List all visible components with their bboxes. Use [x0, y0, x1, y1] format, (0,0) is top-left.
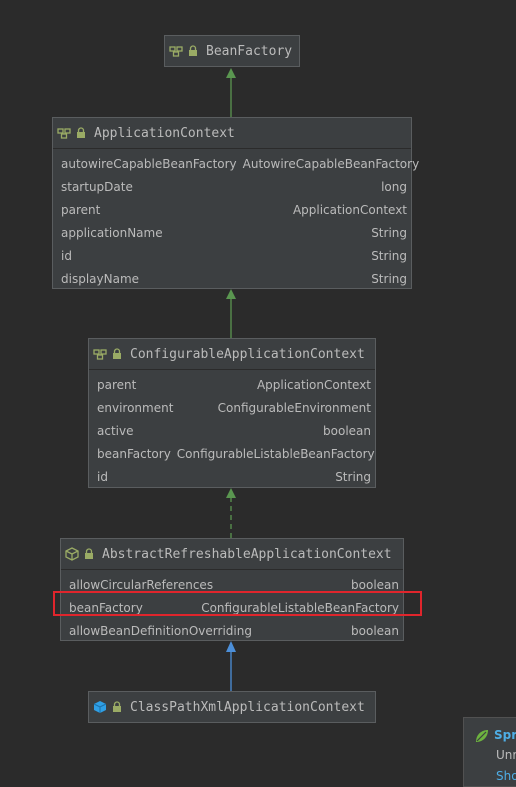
edge-arrowhead: [226, 68, 236, 78]
field-row[interactable]: allowCircularReferences boolean: [61, 573, 403, 596]
node-abstractrefreshableapplicationcontext[interactable]: AbstractRefreshableApplicationContext al…: [60, 538, 404, 641]
field-type: ConfigurableListableBeanFactory: [201, 600, 399, 615]
field-row[interactable]: beanFactory ConfigurableListableBeanFacto…: [89, 442, 375, 465]
node-title: ClassPathXmlApplicationContext: [130, 699, 365, 715]
field-row[interactable]: applicationName String: [53, 221, 411, 244]
field-row[interactable]: environment ConfigurableEnvironment: [89, 396, 375, 419]
field-list: autowireCapableBeanFactory AutowireCapabl…: [53, 149, 419, 293]
node-header: ClassPathXmlApplicationContext: [89, 692, 375, 722]
field-type: ConfigurableListableBeanFactory: [176, 446, 375, 461]
interface-icon: [169, 44, 183, 58]
node-title: ApplicationContext: [94, 125, 235, 141]
node-classpathxmlapplicationcontext[interactable]: ClassPathXmlApplicationContext: [88, 691, 376, 723]
field-type: long: [381, 179, 407, 194]
notification-body: Unr: [496, 748, 516, 762]
abstract-class-icon: [65, 547, 79, 561]
field-type: ApplicationContext: [256, 377, 371, 392]
node-title: BeanFactory: [206, 43, 293, 59]
field-type: String: [371, 271, 407, 286]
field-row[interactable]: parent ApplicationContext: [53, 198, 411, 221]
field-type: AutowireCapableBeanFactory: [242, 156, 420, 171]
notification-title: Spr: [494, 728, 516, 742]
field-type: ConfigurableEnvironment: [217, 400, 371, 415]
field-type: boolean: [323, 423, 371, 438]
field-name: beanFactory: [97, 446, 171, 461]
node-header: BeanFactory: [165, 36, 299, 66]
lock-icon: [74, 126, 88, 140]
node-configurableapplicationcontext[interactable]: ConfigurableApplicationContext parent App…: [88, 338, 376, 488]
field-type: boolean: [351, 623, 399, 638]
field-name: id: [61, 248, 72, 263]
class-icon: [93, 700, 107, 714]
field-name: allowCircularReferences: [69, 577, 214, 592]
lock-icon: [82, 547, 96, 561]
field-row[interactable]: id String: [53, 244, 411, 267]
field-name: autowireCapableBeanFactory: [61, 156, 237, 171]
field-name: environment: [97, 400, 174, 415]
lock-icon: [186, 44, 200, 58]
field-name: allowBeanDefinitionOverriding: [69, 623, 252, 638]
node-title: ConfigurableApplicationContext: [130, 346, 365, 362]
field-type: boolean: [351, 577, 399, 592]
field-name: displayName: [61, 271, 140, 286]
node-header: ApplicationContext: [53, 118, 411, 149]
notification-popup[interactable]: Spr Unr Sho: [463, 717, 516, 787]
field-type: String: [371, 248, 407, 263]
field-list: allowCircularReferences boolean beanFacto…: [61, 570, 403, 645]
lock-icon: [110, 347, 124, 361]
field-type: ApplicationContext: [292, 202, 407, 217]
field-name: parent: [97, 377, 137, 392]
field-row[interactable]: parent ApplicationContext: [89, 373, 375, 396]
interface-icon: [93, 347, 107, 361]
field-name: active: [97, 423, 134, 438]
field-name: beanFactory: [69, 600, 143, 615]
field-name: parent: [61, 202, 101, 217]
node-header: AbstractRefreshableApplicationContext: [61, 539, 403, 570]
lock-icon: [110, 700, 124, 714]
field-name: id: [97, 469, 108, 484]
node-beanfactory[interactable]: BeanFactory: [164, 35, 300, 67]
field-row[interactable]: displayName String: [53, 267, 411, 290]
field-row[interactable]: active boolean: [89, 419, 375, 442]
field-row[interactable]: autowireCapableBeanFactory AutowireCapabl…: [53, 152, 419, 175]
field-row[interactable]: allowBeanDefinitionOverriding boolean: [61, 619, 403, 642]
node-applicationcontext[interactable]: ApplicationContext autowireCapableBeanFa…: [52, 117, 419, 289]
field-type: String: [371, 225, 407, 240]
field-row[interactable]: startupDate long: [53, 175, 411, 198]
field-row[interactable]: id String: [89, 465, 375, 488]
field-name: startupDate: [61, 179, 133, 194]
field-list: parent ApplicationContext environment Conf…: [89, 370, 375, 491]
node-header: ConfigurableApplicationContext: [89, 339, 375, 370]
notification-link[interactable]: Sho: [496, 769, 516, 783]
spring-leaf-icon: [474, 728, 490, 747]
field-type: String: [335, 469, 371, 484]
node-title: AbstractRefreshableApplicationContext: [102, 546, 392, 562]
field-row-highlighted[interactable]: beanFactory ConfigurableListableBeanFacto…: [61, 596, 403, 619]
field-name: applicationName: [61, 225, 163, 240]
interface-icon: [57, 126, 71, 140]
